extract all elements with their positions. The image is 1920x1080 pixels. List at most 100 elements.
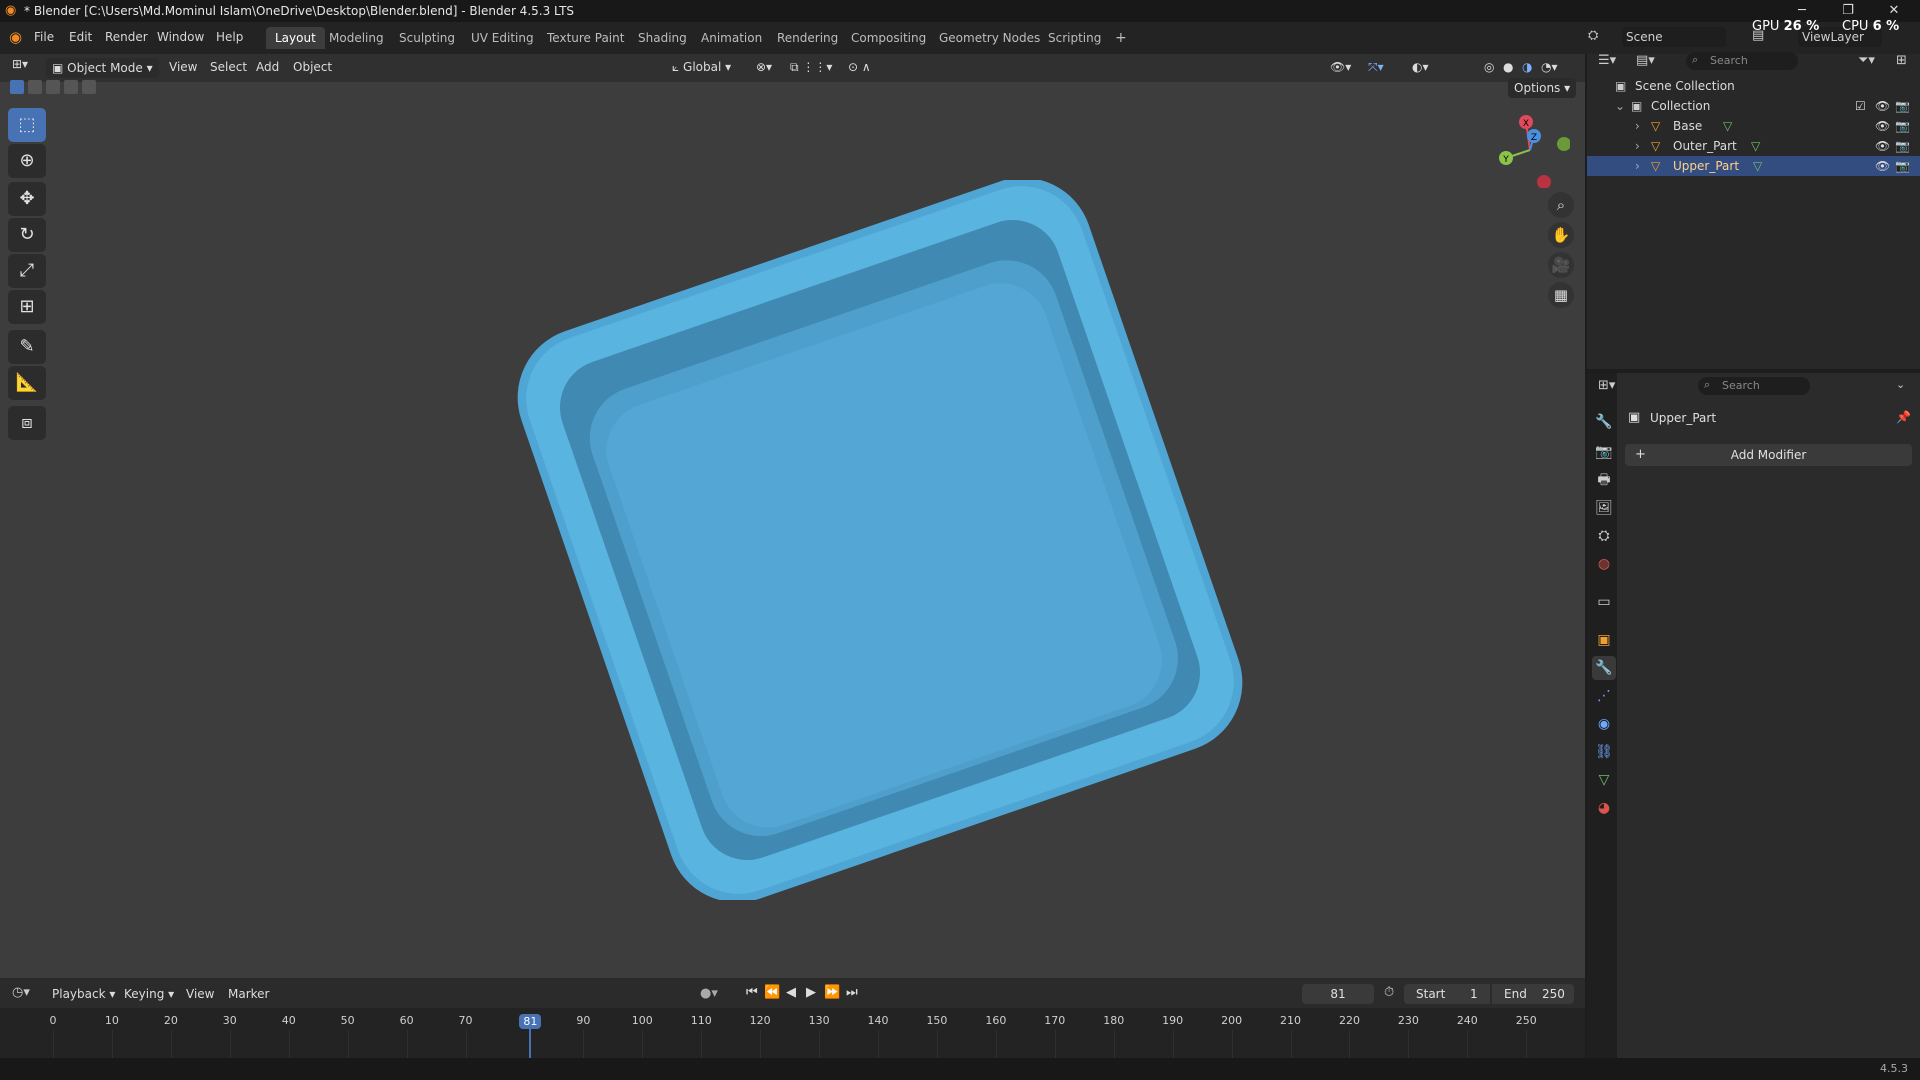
visibility-icon[interactable]: 👁▾ [1330, 60, 1351, 74]
collection-properties-icon[interactable]: ▭ [1592, 590, 1616, 614]
transform-orientation[interactable]: ⟀ Global ▾ [672, 60, 731, 75]
gizmo-toggle-icon[interactable]: ⤧▾ [1368, 60, 1384, 75]
zoom-icon[interactable]: ⌕ [1548, 192, 1574, 218]
expand-chevron-icon[interactable]: › [1635, 156, 1640, 176]
visibility-eye-icon[interactable]: 👁 [1875, 96, 1890, 116]
proportional-edit-icon[interactable]: ⊙ ∧ [848, 60, 871, 74]
tab-texture-paint[interactable]: Texture Paint [538, 27, 633, 49]
outliner-row-upper-part[interactable]: › ▽ Upper_Part ▽ 👁 📷 [1587, 156, 1920, 176]
visibility-eye-icon[interactable]: 👁 [1875, 156, 1890, 176]
viewport-object-upper-part[interactable] [500, 180, 1260, 900]
outliner-editor-icon[interactable]: ☰▾ [1598, 53, 1616, 68]
shading-rendered-icon[interactable]: ◔▾ [1541, 60, 1558, 74]
viewport-menu-object[interactable]: Object [293, 60, 332, 74]
camera-view-icon[interactable]: 🎥 [1548, 252, 1574, 278]
visibility-eye-icon[interactable]: 👁 [1875, 116, 1890, 136]
pivot-icon[interactable]: ⊗▾ [756, 60, 772, 74]
snap-icon[interactable]: ⧉ ⋮⋮▾ [790, 60, 832, 75]
object-properties-icon[interactable]: ▣ [1592, 628, 1616, 652]
play-reverse-icon[interactable]: ◀ [786, 985, 796, 1000]
tab-scripting[interactable]: Scripting [1039, 27, 1110, 49]
properties-editor-icon[interactable]: ⊞▾ [1598, 378, 1615, 393]
select-box-tool-icon[interactable]: ⬚ [8, 108, 46, 142]
measure-tool-icon[interactable]: 📐 [8, 366, 46, 400]
outliner-row-base[interactable]: › ▽ Base ▽ 👁 📷 [1587, 116, 1920, 136]
tab-rendering[interactable]: Rendering [768, 27, 847, 49]
render-camera-icon[interactable]: 📷 [1895, 96, 1910, 116]
cursor-tool-icon[interactable]: ⊕ [8, 144, 46, 178]
gizmo-neg-y[interactable] [1557, 137, 1570, 151]
auto-keying-icon[interactable]: ●▾ [700, 986, 718, 1001]
gizmo-neg-x[interactable] [1537, 175, 1551, 188]
shading-material-icon[interactable]: ◑ [1522, 60, 1532, 74]
shading-solid-icon[interactable]: ● [1503, 60, 1513, 74]
start-frame-field[interactable]: Start 1 [1404, 984, 1490, 1004]
select-intersect-icon[interactable] [82, 80, 96, 94]
world-properties-icon[interactable]: ◍ [1592, 552, 1616, 576]
preview-range-icon[interactable]: ⏱ [1384, 985, 1394, 1000]
viewport-menu-select[interactable]: Select [210, 60, 247, 74]
editor-type-icon[interactable]: ⊞▾ [12, 57, 28, 71]
render-camera-icon[interactable]: 📷 [1895, 116, 1910, 136]
viewport-menu-view[interactable]: View [169, 60, 197, 74]
physics-icon[interactable]: ◉ [1592, 712, 1616, 736]
close-button[interactable]: ✕ [1874, 2, 1914, 20]
add-modifier-button[interactable]: + Add Modifier [1625, 444, 1912, 466]
scene-properties-icon[interactable]: ⛭ [1592, 524, 1616, 548]
timeline-editor-icon[interactable]: ◷▾ [12, 985, 30, 1000]
material-properties-icon[interactable]: ◕ [1592, 796, 1616, 820]
jump-end-icon[interactable]: ⏭ [846, 985, 858, 1000]
outliner-row-scene-collection[interactable]: ▣ Scene Collection [1587, 76, 1920, 96]
particles-icon[interactable]: ⋰ [1592, 684, 1616, 708]
pin-icon[interactable]: 📌 [1896, 410, 1911, 424]
mode-selector[interactable]: ▣ Object Mode ▾ [46, 58, 159, 78]
menu-file[interactable]: File [34, 30, 54, 44]
visibility-eye-icon[interactable]: 👁 [1875, 136, 1890, 156]
tool-settings-icon[interactable]: 🔧 [1592, 410, 1616, 434]
add-workspace-button[interactable]: + [1106, 27, 1136, 49]
outliner-search-input[interactable]: Search [1686, 52, 1798, 70]
annotate-tool-icon[interactable]: ✎ [8, 330, 46, 364]
expand-chevron-icon[interactable]: › [1635, 116, 1640, 136]
rotate-tool-icon[interactable]: ↻ [8, 218, 46, 252]
jump-keyframe-forward-icon[interactable]: ⏩ [824, 985, 840, 1000]
play-icon[interactable]: ▶ [806, 985, 816, 1000]
new-collection-icon[interactable]: ⊞ [1896, 53, 1907, 68]
scene-selector[interactable]: Scene [1622, 27, 1726, 47]
expand-chevron-icon[interactable]: ⌄ [1615, 96, 1625, 116]
outliner-row-outer-part[interactable]: › ▽ Outer_Part ▽ 👁 📷 [1587, 136, 1920, 156]
menu-window[interactable]: Window [157, 30, 204, 44]
timeline-menu-view[interactable]: View [186, 987, 214, 1001]
options-dropdown[interactable]: Options ▾ [1508, 78, 1577, 98]
render-camera-icon[interactable]: 📷 [1895, 156, 1910, 176]
select-extend-icon[interactable] [28, 80, 42, 94]
display-mode-icon[interactable]: ▤▾ [1636, 53, 1655, 68]
mesh-data-properties-icon[interactable]: ▽ [1592, 768, 1616, 792]
tab-compositing[interactable]: Compositing [842, 27, 935, 49]
view-layer-icon[interactable]: 🖼 [1592, 496, 1616, 520]
tab-geometry-nodes[interactable]: Geometry Nodes [930, 27, 1049, 49]
outliner-row-collection[interactable]: ⌄ ▣ Collection ☑ 👁 📷 [1587, 96, 1920, 116]
maximize-button[interactable]: ❐ [1828, 2, 1868, 20]
scale-tool-icon[interactable]: ⤢ [8, 254, 46, 288]
select-new-icon[interactable] [10, 80, 24, 94]
select-subtract-icon[interactable] [46, 80, 60, 94]
filter-icon[interactable]: ⏷▾ [1858, 53, 1875, 68]
properties-search-input[interactable]: Search [1698, 377, 1810, 395]
blender-menu-icon[interactable]: ◉ [9, 28, 22, 46]
render-camera-icon[interactable]: 📷 [1895, 136, 1910, 156]
transform-tool-icon[interactable]: ⊞ [8, 290, 46, 324]
tab-modeling[interactable]: Modeling [320, 27, 393, 49]
select-invert-icon[interactable] [64, 80, 78, 94]
menu-edit[interactable]: Edit [69, 30, 92, 44]
expand-chevron-icon[interactable]: › [1635, 136, 1640, 156]
pan-hand-icon[interactable]: ✋ [1548, 222, 1574, 248]
tab-layout[interactable]: Layout [266, 27, 325, 49]
perspective-grid-icon[interactable]: ▦ [1548, 282, 1574, 308]
overlay-icon[interactable]: ◐▾ [1412, 60, 1429, 74]
menu-render[interactable]: Render [105, 30, 148, 44]
timeline-menu-playback[interactable]: Playback ▾ [52, 987, 115, 1001]
viewport-menu-add[interactable]: Add [256, 60, 279, 74]
shading-wireframe-icon[interactable]: ◎ [1484, 60, 1494, 74]
constraints-icon[interactable]: ⛓ [1592, 740, 1616, 764]
